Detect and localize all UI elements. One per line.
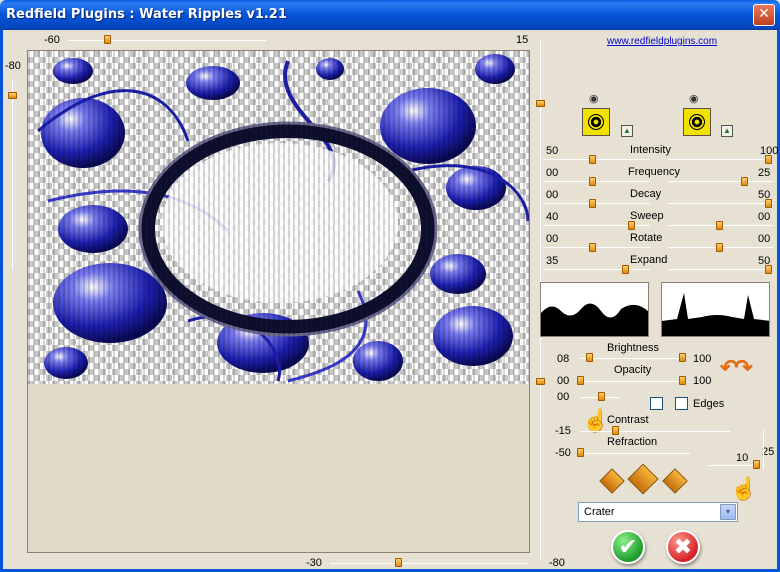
opacity-label: Opacity — [614, 364, 652, 376]
param-left-value: 00 — [546, 189, 559, 201]
contrast-value: -15 — [555, 425, 571, 437]
brightness-slider-track[interactable] — [580, 358, 687, 359]
param-right-value: 00 — [758, 211, 771, 223]
param-left-slider-track[interactable] — [543, 159, 650, 160]
top-slider-min-label: -60 — [44, 34, 60, 46]
mode-select-value: Crater — [584, 506, 615, 518]
third-slider-thumb[interactable] — [598, 392, 605, 401]
param-left-slider-track[interactable] — [543, 269, 650, 270]
refraction-slider-thumb[interactable] — [577, 448, 584, 457]
right-mini-slider-track[interactable] — [708, 465, 758, 466]
undo-redo-arrows-icon[interactable]: ↶↷ — [720, 355, 753, 381]
eye-icon[interactable]: ◉ — [589, 92, 599, 105]
ok-button[interactable]: ✔ — [611, 530, 645, 564]
contrast-slider-track[interactable] — [580, 431, 730, 432]
param-right-slider-track[interactable] — [668, 203, 773, 204]
opacity-right-value: 100 — [693, 375, 712, 387]
edges-label: Edges — [693, 398, 725, 410]
left-swatch-triangle-icon[interactable]: ▲ — [621, 125, 633, 137]
param-left-slider-thumb[interactable] — [589, 177, 596, 186]
top-slider-value-label: 15 — [516, 34, 529, 46]
top-slider-thumb[interactable] — [104, 35, 111, 44]
title-bar: Redfield Plugins : Water Ripples v1.21 ✕ — [0, 0, 780, 30]
param-name: Decay — [630, 188, 662, 200]
opacity-left-thumb[interactable] — [577, 376, 584, 385]
brightness-left-value: 08 — [557, 353, 570, 365]
close-button[interactable]: ✕ — [753, 4, 775, 26]
top-slider-track[interactable] — [68, 40, 266, 41]
brightness-label: Brightness — [607, 342, 659, 354]
param-left-value: 35 — [546, 255, 559, 267]
far-right-slider-track[interactable] — [763, 430, 764, 470]
chevron-down-icon[interactable]: ▾ — [720, 504, 736, 520]
param-right-slider-thumb[interactable] — [765, 265, 772, 274]
website-link[interactable]: www.redfieldplugins.com — [607, 36, 717, 47]
right-value-label: 10 — [736, 452, 749, 464]
refraction-value: -50 — [555, 447, 571, 459]
param-left-value: 50 — [546, 145, 559, 157]
edges-checkbox[interactable] — [675, 397, 688, 410]
param-right-slider-track[interactable] — [668, 159, 773, 160]
param-right-slider-thumb[interactable] — [741, 177, 748, 186]
param-left-value: 40 — [546, 211, 559, 223]
cancel-button[interactable]: ✖ — [666, 530, 700, 564]
mode-select[interactable]: Crater ▾ — [578, 502, 738, 522]
param-name: Expand — [630, 254, 668, 266]
right-slider-thumb-lower[interactable] — [536, 378, 545, 385]
param-right-value: 25 — [758, 167, 771, 179]
param-left-slider-track[interactable] — [543, 181, 650, 182]
third-left-value: 00 — [557, 391, 570, 403]
param-name: Intensity — [630, 144, 671, 156]
refraction-label: Refraction — [607, 436, 658, 448]
param-right-slider-thumb[interactable] — [765, 199, 772, 208]
brightness-right-thumb[interactable] — [679, 353, 686, 362]
param-left-slider-thumb[interactable] — [589, 199, 596, 208]
param-left-slider-thumb[interactable] — [628, 221, 635, 230]
window-title: Redfield Plugins : Water Ripples v1.21 — [6, 7, 287, 22]
right-slider-label: -80 — [549, 557, 565, 569]
param-name: Frequency — [628, 166, 680, 178]
contrast-label: Contrast — [607, 414, 649, 426]
param-name: Rotate — [630, 232, 663, 244]
param-left-slider-thumb[interactable] — [589, 243, 596, 252]
param-left-value: 00 — [546, 167, 559, 179]
param-right-slider-track[interactable] — [668, 181, 773, 182]
preview-canvas[interactable] — [27, 50, 530, 553]
param-right-slider-thumb[interactable] — [716, 243, 723, 252]
bottom-slider-track[interactable] — [330, 563, 528, 564]
right-wave-profile[interactable] — [661, 282, 770, 337]
right-slider-thumb-upper[interactable] — [536, 100, 545, 107]
param-right-value: 00 — [758, 233, 771, 245]
param-left-slider-thumb[interactable] — [589, 155, 596, 164]
param-right-slider-track[interactable] — [668, 269, 773, 270]
opacity-left-value: 00 — [557, 375, 570, 387]
hand-pointer-icon[interactable]: ☝ — [730, 476, 757, 502]
brightness-right-value: 100 — [693, 353, 712, 365]
param-left-slider-thumb[interactable] — [622, 265, 629, 274]
left-wave-profile[interactable] — [540, 282, 649, 337]
param-left-slider-track[interactable] — [543, 203, 650, 204]
refraction-slider-track[interactable] — [580, 453, 690, 454]
opacity-slider-track[interactable] — [580, 381, 687, 382]
param-right-slider-thumb[interactable] — [716, 221, 723, 230]
left-slider-track[interactable] — [12, 80, 13, 270]
left-slider-label: -80 — [5, 60, 21, 72]
contrast-slider-thumb[interactable] — [612, 426, 619, 435]
bottom-slider-thumb[interactable] — [395, 558, 402, 567]
right-mini-slider-thumb[interactable] — [753, 460, 760, 469]
left-color-swatch[interactable] — [582, 108, 610, 136]
param-left-slider-track[interactable] — [543, 247, 650, 248]
right-swatch-triangle-icon[interactable]: ▲ — [721, 125, 733, 137]
param-left-value: 00 — [546, 233, 559, 245]
param-right-slider-thumb[interactable] — [765, 155, 772, 164]
right-color-swatch[interactable] — [683, 108, 711, 136]
ripple-preview-image — [28, 51, 529, 384]
opacity-right-thumb[interactable] — [679, 376, 686, 385]
param-name: Sweep — [630, 210, 664, 222]
brightness-left-thumb[interactable] — [586, 353, 593, 362]
left-slider-thumb[interactable] — [8, 92, 17, 99]
bottom-slider-label: -30 — [306, 557, 322, 569]
light-checkbox[interactable] — [650, 397, 663, 410]
eye-icon[interactable]: ◉ — [689, 92, 699, 105]
